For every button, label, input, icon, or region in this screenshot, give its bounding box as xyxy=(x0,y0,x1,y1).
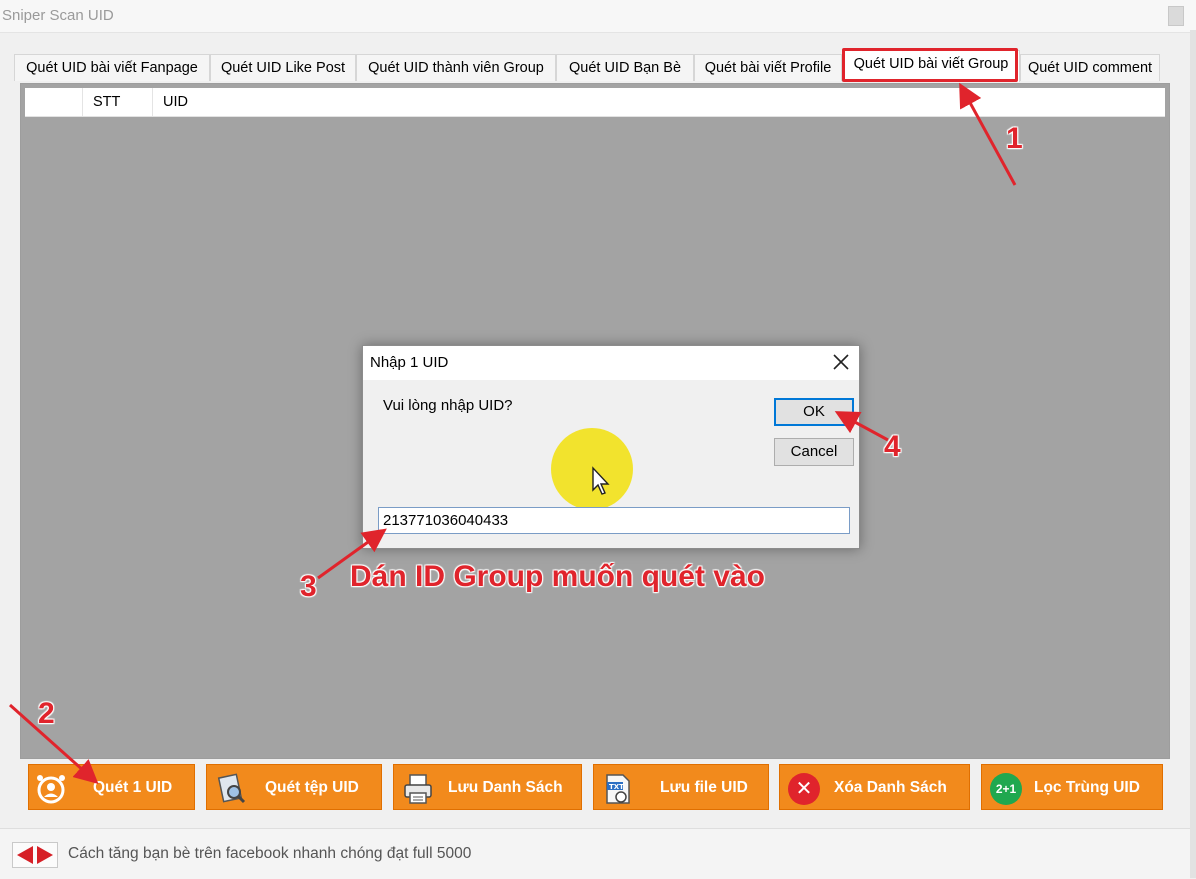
txt-file-icon: TXT xyxy=(606,774,630,804)
save-list-button[interactable]: Lưu Danh Sách xyxy=(393,764,582,810)
list-header: STT UID xyxy=(25,88,1165,117)
marquee-nav-arrows[interactable] xyxy=(12,842,58,868)
uid-input[interactable]: 213771036040433 xyxy=(378,507,850,534)
delete-x-icon: ✕ xyxy=(788,773,820,805)
tab-label: Quét UID thành viên Group xyxy=(368,60,544,76)
file-search-icon xyxy=(217,773,246,804)
mouse-pointer-icon xyxy=(592,466,610,495)
tab-label: Quét UID Like Post xyxy=(220,60,346,76)
button-label: Lưu Danh Sách xyxy=(448,779,563,796)
dialog-prompt: Vui lòng nhập UID? xyxy=(383,397,513,414)
annotation-highlight-box xyxy=(842,48,1018,82)
annotation-caption: Dán ID Group muốn quét vào xyxy=(350,560,766,593)
duplicate-filter-icon: 2+1 xyxy=(990,773,1022,805)
svg-text:TXT: TXT xyxy=(609,783,624,791)
tab-group-members[interactable]: Quét UID thành viên Group xyxy=(356,54,556,81)
input-uid-dialog: Nhập 1 UID Vui lòng nhập UID? OK Cancel … xyxy=(362,345,860,549)
dialog-titlebar: Nhập 1 UID xyxy=(363,346,859,380)
dialog-title: Nhập 1 UID xyxy=(370,354,449,371)
filter-duplicate-uid-button[interactable]: 2+1 Lọc Trùng UID xyxy=(981,764,1163,810)
close-icon[interactable] xyxy=(829,350,853,374)
button-label: Lọc Trùng UID xyxy=(1034,779,1140,796)
tab-label: Quét UID bài viết Fanpage xyxy=(26,60,198,76)
annotation-step-2: 2 xyxy=(38,697,55,730)
printer-list-icon xyxy=(404,774,432,804)
column-header-uid[interactable]: UID xyxy=(153,88,353,116)
annotation-step-1: 1 xyxy=(1006,122,1023,155)
scan-one-uid-button[interactable]: Quét 1 UID xyxy=(28,764,195,810)
status-bar: Cách tăng bạn bè trên facebook nhanh chó… xyxy=(0,828,1190,879)
tab-like-post[interactable]: Quét UID Like Post xyxy=(210,54,356,81)
scan-uid-file-button[interactable]: Quét tệp UID xyxy=(206,764,382,810)
window-titlebar: Sniper Scan UID xyxy=(0,0,1196,33)
tab-profile-posts[interactable]: Quét bài viết Profile xyxy=(694,54,842,81)
tab-fanpage-posts[interactable]: Quét UID bài viết Fanpage xyxy=(14,54,210,81)
window-edge xyxy=(1190,30,1196,878)
button-label: Quét 1 UID xyxy=(93,779,173,796)
cancel-button[interactable]: Cancel xyxy=(774,438,854,466)
button-label: Xóa Danh Sách xyxy=(834,779,947,796)
tab-label: Quét UID comment xyxy=(1027,60,1153,76)
tab-label: Quét UID Bạn Bè xyxy=(568,60,682,76)
annotation-step-4: 4 xyxy=(884,430,901,463)
tab-comment[interactable]: Quét UID comment xyxy=(1020,54,1160,81)
column-header-blank[interactable] xyxy=(25,88,83,116)
button-label: Quét tệp UID xyxy=(265,779,359,796)
left-right-arrows-icon xyxy=(17,846,53,864)
window-title: Sniper Scan UID xyxy=(2,7,114,24)
tab-label: Quét bài viết Profile xyxy=(704,60,832,76)
window-control-button[interactable] xyxy=(1168,6,1184,26)
alarm-user-icon xyxy=(37,775,65,804)
button-label: Lưu file UID xyxy=(660,779,748,796)
column-header-stt[interactable]: STT xyxy=(83,88,153,116)
status-text: Cách tăng bạn bè trên facebook nhanh chó… xyxy=(68,845,472,862)
save-uid-file-button[interactable]: TXT Lưu file UID xyxy=(593,764,769,810)
annotation-step-3: 3 xyxy=(300,570,317,603)
ok-button[interactable]: OK xyxy=(774,398,854,426)
delete-list-button[interactable]: ✕ Xóa Danh Sách xyxy=(779,764,970,810)
tab-friends[interactable]: Quét UID Bạn Bè xyxy=(556,54,694,81)
